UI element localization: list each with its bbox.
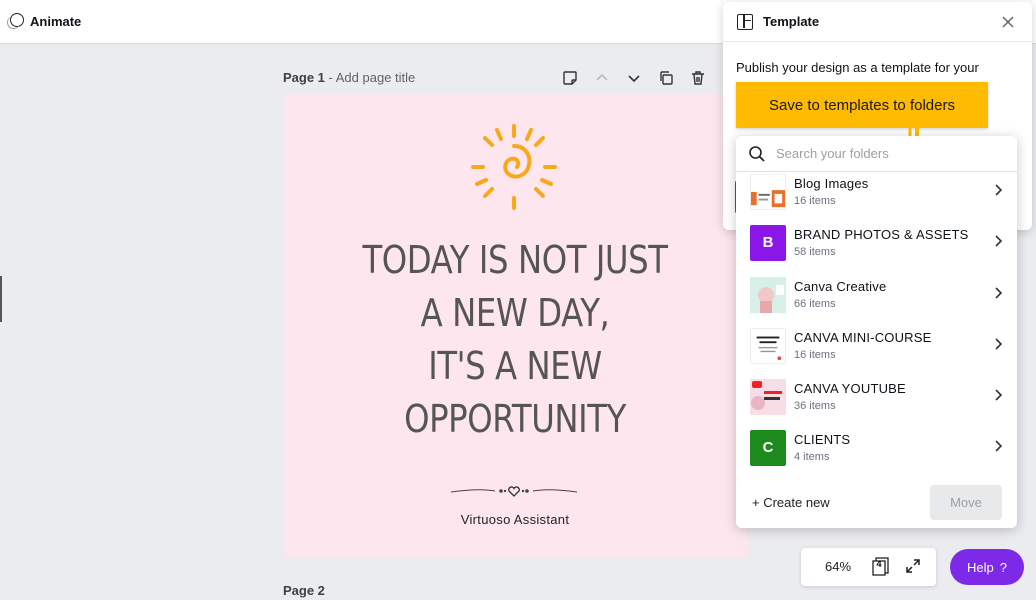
folder-name: CANVA YOUTUBE — [794, 381, 906, 396]
page-2-label: Page 2 — [283, 583, 325, 598]
folder-count: 4 items — [794, 451, 830, 463]
template-description: Publish your design as a template for yo… — [736, 60, 979, 75]
create-new-folder-button[interactable]: + Create new — [752, 495, 830, 510]
fullscreen-icon[interactable] — [905, 558, 921, 574]
folder-thumbnail: C — [750, 429, 786, 466]
chevron-right-icon — [995, 440, 1003, 452]
folder-thumbnail: B — [750, 224, 786, 261]
trash-icon[interactable] — [688, 68, 708, 88]
move-button[interactable]: Move — [930, 485, 1002, 520]
folder-item-canva-youtube[interactable]: CANVA YOUTUBE 36 items — [736, 371, 1017, 422]
duplicate-icon[interactable] — [656, 68, 676, 88]
folder-item-brand-photos[interactable]: B BRAND PHOTOS & ASSETS 58 items — [736, 217, 1017, 268]
help-button[interactable]: Help ? — [950, 549, 1024, 585]
page-number: Page 1 — [283, 70, 325, 85]
quote-line: IT'S A NEW — [428, 344, 602, 388]
folder-name: CLIENTS — [794, 432, 851, 447]
folder-item-clients[interactable]: C CLIENTS 4 items — [736, 422, 1017, 473]
page-tools — [560, 68, 708, 88]
folder-item-canva-creative[interactable]: Canva Creative 66 items — [736, 269, 1017, 320]
template-panel-title: Template — [763, 14, 820, 29]
zoom-level[interactable]: 64% — [825, 559, 851, 574]
folder-thumbnail — [750, 327, 786, 364]
quote-line: A NEW DAY, — [420, 291, 610, 335]
chevron-right-icon — [995, 184, 1003, 196]
quote-line: OPPORTUNITY — [404, 397, 626, 441]
animate-label: Animate — [30, 13, 82, 29]
page-count: 4 — [876, 559, 882, 569]
folder-thumbnail — [750, 173, 786, 210]
folder-count: 36 items — [794, 400, 836, 412]
folder-picker: Blog Images 16 items B BRAND PHOTOS & AS… — [736, 136, 1017, 528]
zoom-controls: 64% 4 — [801, 548, 936, 586]
design-canvas[interactable]: TODAY IS NOT JUST A NEW DAY, IT'S A NEW … — [283, 94, 747, 557]
folder-item-blog-images[interactable]: Blog Images 16 items — [736, 172, 1017, 217]
side-panel-handle[interactable] — [0, 276, 2, 322]
page-header: Page 1 - Add page title — [283, 70, 416, 85]
folder-search — [736, 136, 1017, 172]
chevron-right-icon — [995, 235, 1003, 247]
folder-name: Canva Creative — [794, 279, 887, 294]
template-panel-header: Template — [723, 2, 1032, 42]
move-up-icon[interactable] — [592, 68, 612, 88]
folder-item-canva-mini-course[interactable]: CANVA MINI-COURSE 16 items — [736, 320, 1017, 371]
folder-count: 16 items — [794, 195, 836, 207]
add-page-title[interactable]: Add page title — [336, 70, 416, 85]
help-label: Help — [967, 559, 994, 575]
signature-text[interactable]: Virtuoso Assistant — [283, 512, 747, 527]
folder-name: CANVA MINI-COURSE — [794, 330, 932, 345]
folder-thumbnail — [750, 276, 786, 313]
quote-text[interactable]: TODAY IS NOT JUST A NEW DAY, IT'S A NEW … — [318, 234, 712, 446]
search-icon — [749, 145, 765, 162]
move-down-icon[interactable] — [624, 68, 644, 88]
animate-button[interactable]: Animate — [6, 12, 81, 30]
folder-count: 66 items — [794, 298, 836, 310]
folder-name: Blog Images — [794, 176, 869, 191]
callout-annotation: Save to templates to folders — [736, 82, 988, 128]
folder-list[interactable]: Blog Images 16 items B BRAND PHOTOS & AS… — [736, 172, 1017, 476]
close-icon[interactable] — [1000, 14, 1016, 30]
question-icon: ? — [999, 559, 1007, 575]
quote-line: TODAY IS NOT JUST — [362, 238, 668, 282]
folder-thumbnail — [750, 378, 786, 415]
chevron-right-icon — [995, 287, 1003, 299]
template-icon — [737, 13, 753, 30]
hearts-divider — [450, 486, 578, 497]
search-folders-input[interactable] — [776, 146, 976, 161]
notes-icon[interactable] — [560, 68, 580, 88]
folder-count: 58 items — [794, 246, 836, 258]
animate-icon — [6, 12, 24, 30]
sun-illustration — [471, 124, 557, 210]
chevron-right-icon — [995, 389, 1003, 401]
folder-name: BRAND PHOTOS & ASSETS — [794, 227, 969, 242]
chevron-right-icon — [995, 338, 1003, 350]
folder-count: 16 items — [794, 349, 836, 361]
